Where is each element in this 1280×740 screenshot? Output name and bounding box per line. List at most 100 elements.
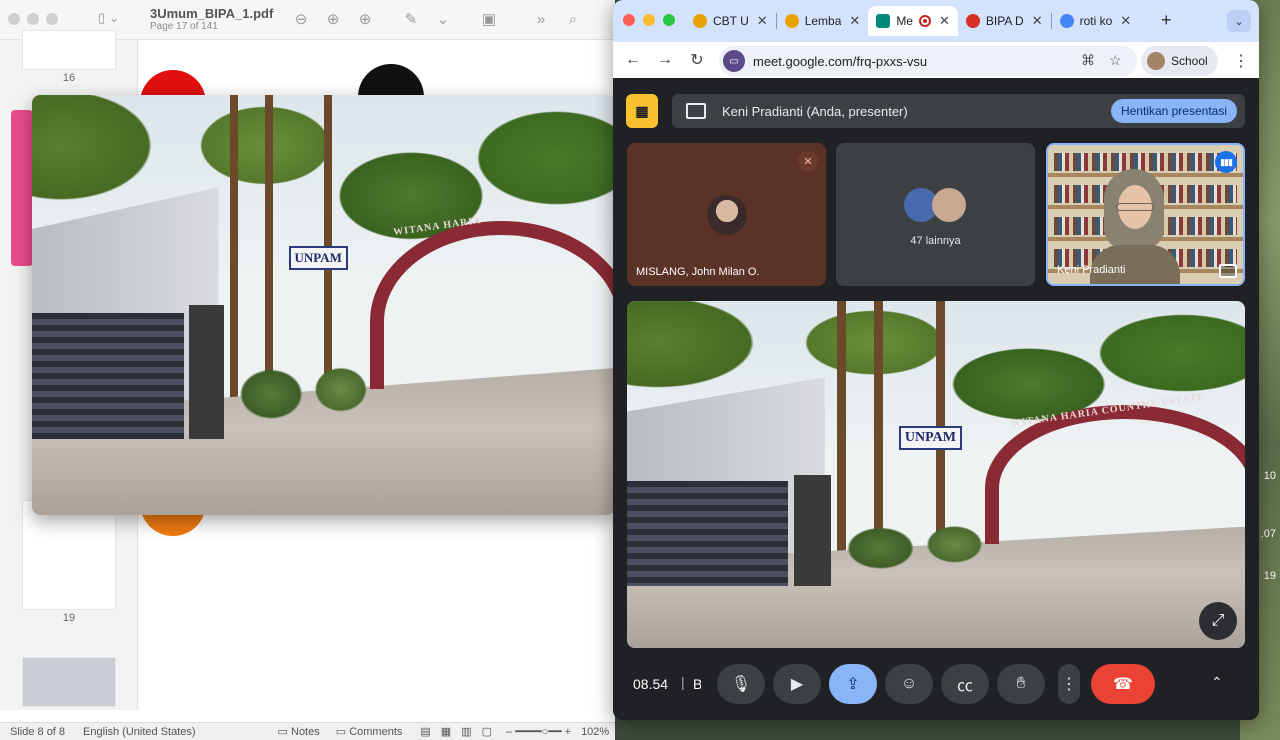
present-screen-icon (686, 103, 706, 119)
presenting-badge-icon[interactable]: ▦ (626, 94, 658, 128)
tab-title: Me (896, 14, 913, 28)
unpam-sign: UNPAM (898, 425, 962, 450)
fit-window-icon[interactable]: ⤢ (619, 725, 628, 738)
call-clock: 08.54 (633, 676, 669, 692)
stop-presenting-button[interactable]: Hentikan presentasi (1110, 99, 1237, 123)
tab-title: Lemba (804, 14, 842, 28)
document-filename: 3Umum_BIPA_1.pdf (150, 6, 274, 21)
page-thumbnail[interactable] (22, 30, 116, 70)
desktop-label: 19 (1263, 570, 1276, 582)
raise-hand-button[interactable]: ✋︎ (997, 664, 1045, 704)
tab-meet[interactable]: Me ✕ (868, 6, 958, 36)
tab-favicon-icon (965, 14, 980, 28)
zoom-window-button[interactable] (663, 14, 675, 26)
pdf-toolbar-icons: ⊖ ⊕ ⊕ ✎ ⌄ ▣ » ⌕ (290, 8, 584, 30)
participant-tile[interactable]: ✕ MISLANG, John Milan O. (627, 143, 826, 286)
window-controls (8, 13, 58, 25)
participant-name: MISLANG, John Milan O. (636, 266, 760, 278)
meet-favicon-icon (876, 14, 891, 28)
close-window-button[interactable] (8, 13, 20, 25)
captions-button[interactable]: ㏄ (941, 664, 989, 704)
presentation-banner: Keni Pradianti (Anda, presenter) Hentika… (672, 94, 1245, 128)
tabs: CBT U ✕ Lemba ✕ Me ✕ BIPA D ✕ roti ko ✕ (685, 6, 1139, 36)
image-tools-icon[interactable]: ▣ (478, 8, 500, 30)
close-window-button[interactable] (623, 14, 635, 26)
close-icon[interactable]: ✕ (757, 13, 768, 29)
tab-google-search[interactable]: roti ko ✕ (1052, 6, 1140, 36)
reading-view-button[interactable]: ▥ (461, 725, 471, 738)
close-icon[interactable]: ✕ (1120, 13, 1131, 29)
end-call-button[interactable]: ☎︎ (1091, 664, 1155, 704)
more-menu-icon[interactable]: ⋮ (1233, 51, 1249, 71)
present-screen-button[interactable]: ⇪ (829, 664, 877, 704)
fullscreen-expand-icon[interactable]: ⤢ (1199, 602, 1237, 640)
participant-name: Keni Pradianti (1057, 264, 1126, 276)
page-indicator: Page 17 of 141 (150, 21, 218, 32)
notes-button[interactable]: ▭ Notes (278, 725, 320, 738)
zoom-level[interactable]: 102% (581, 726, 609, 738)
bookmark-star-icon[interactable]: ☆ (1109, 52, 1122, 69)
tab-bipa[interactable]: BIPA D ✕ (958, 6, 1051, 36)
close-icon[interactable]: ✕ (939, 13, 950, 29)
camera-button[interactable]: ▶︎ (773, 664, 821, 704)
reload-icon[interactable]: ↻ (683, 46, 711, 74)
minimize-window-button[interactable] (643, 14, 655, 26)
new-tab-button[interactable]: + (1161, 10, 1172, 31)
slide-counter: Slide 8 of 8 (10, 725, 66, 738)
unpam-sign: UNPAM (288, 246, 348, 271)
zoom-in-icon[interactable]: ⊕ (354, 8, 376, 30)
avatar (932, 188, 966, 222)
chevron-down-icon[interactable]: ⌄ (432, 8, 454, 30)
zoom-slider[interactable]: – ━━━━○━━ + (506, 725, 571, 738)
sidebar-toggle-icon[interactable]: ▯ ⌄ (98, 10, 128, 30)
other-participants-tile[interactable]: 47 lainnya (836, 143, 1035, 286)
avatar (1147, 52, 1165, 70)
address-bar[interactable]: ▭ meet.google.com/frq-pxxs-vsu ⌘ ☆ (719, 46, 1137, 76)
microphone-button[interactable]: 🎙︎ (717, 664, 765, 704)
minimize-window-button[interactable] (27, 13, 39, 25)
grid-view-button[interactable]: ▦ (441, 725, 451, 738)
presentation-stage[interactable]: WITANA HARIA COUNTRY ESTATE UNPAM ⤢ (627, 301, 1245, 648)
translate-icon[interactable]: ⌘ (1081, 52, 1095, 69)
markup-pen-icon[interactable]: ✎ (400, 8, 422, 30)
page-thumbnail[interactable] (22, 657, 116, 707)
tab-favicon-icon (784, 14, 799, 28)
emoji-reaction-button[interactable]: ☺ (885, 664, 933, 704)
normal-view-button[interactable]: ▤ (420, 725, 430, 738)
zoom-out-icon[interactable]: ⊖ (290, 8, 312, 30)
call-controls: 08.54 | B 🎙︎ ▶︎ ⇪ ☺ ㏄ ✋︎ ⋮ ☎︎ ⌃ (613, 660, 1259, 710)
self-video-tile[interactable]: ▮▮▮ Keni Pradianti (1046, 143, 1245, 286)
language-indicator[interactable]: English (United States) (83, 726, 196, 738)
status-bar: Slide 8 of 8 English (United States) ▭ N… (0, 722, 628, 740)
url-text[interactable]: meet.google.com/frq-pxxs-vsu (753, 54, 927, 69)
more-options-icon[interactable]: ⋮ (1058, 664, 1080, 704)
speaking-indicator-icon: ▮▮▮ (1215, 151, 1237, 173)
tab-title: CBT U (713, 14, 749, 28)
chrome-window: CBT U ✕ Lemba ✕ Me ✕ BIPA D ✕ roti ko ✕ … (613, 0, 1259, 720)
presenter-view-button[interactable]: ▢ (482, 725, 492, 738)
recording-indicator-icon (918, 15, 931, 27)
tab-cbt[interactable]: CBT U ✕ (685, 6, 776, 36)
meet-call-area: ▦ Keni Pradianti (Anda, presenter) Henti… (613, 80, 1259, 720)
comments-button[interactable]: ▭ Comments (336, 725, 403, 738)
tab-search-button[interactable]: ⌄ (1227, 10, 1251, 32)
search-icon[interactable]: ⌕ (562, 8, 584, 30)
chevron-up-icon[interactable]: ⌃ (1211, 674, 1223, 691)
meeting-code[interactable]: B (693, 676, 701, 692)
page-thumbnail[interactable] (22, 500, 116, 610)
muted-mic-icon: ✕ (798, 151, 818, 171)
presenter-label: Keni Pradianti (Anda, presenter) (722, 103, 908, 119)
close-icon[interactable]: ✕ (849, 13, 860, 29)
more-tools-icon[interactable]: » (530, 8, 552, 30)
zoom-window-button[interactable] (46, 13, 58, 25)
picture-in-picture-video[interactable]: WITANA HARIA UNPAM (32, 95, 615, 515)
forward-arrow-icon[interactable]: → (651, 46, 679, 74)
close-icon[interactable]: ✕ (1032, 13, 1043, 29)
tab-lembar[interactable]: Lemba ✕ (777, 6, 869, 36)
meet-site-icon[interactable]: ▭ (723, 50, 745, 72)
others-count: 47 lainnya (910, 235, 961, 247)
profile-button[interactable]: School (1141, 46, 1218, 76)
zoom-fit-icon[interactable]: ⊕ (322, 8, 344, 30)
back-arrow-icon[interactable]: ← (619, 46, 647, 74)
picture-in-picture-icon[interactable] (1219, 264, 1237, 278)
